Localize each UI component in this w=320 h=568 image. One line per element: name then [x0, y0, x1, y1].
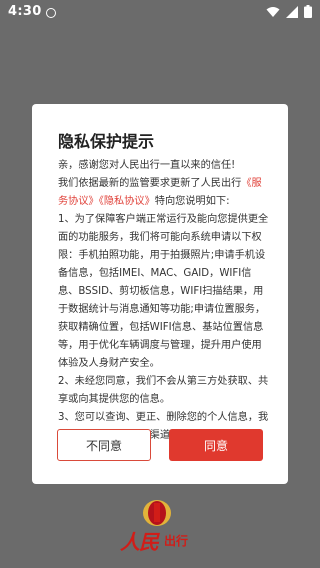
app-logo: 人民 出行: [120, 498, 210, 554]
dialog-title: 隐私保护提示: [58, 132, 155, 151]
permission-item-2: 2、未经您同意，我们不会从第三方处获取、共享或向其提供您的信息。: [58, 376, 269, 405]
privacy-agreement-link[interactable]: 《隐私协议》: [99, 196, 155, 207]
permission-item-1: 1、为了保障客户端正常运行及能向您提供更全面的功能服务，我们将可能向系统申请以下…: [58, 214, 269, 369]
disagree-button[interactable]: 不同意: [57, 429, 151, 461]
dialog-body: 亲，感谢您对人民出行一直以来的信任! 我们依据最新的监管要求更新了人民出行《服务…: [58, 157, 270, 445]
status-bar: 4:30: [0, 0, 320, 24]
greeting-text: 亲，感谢您对人民出行一直以来的信任!: [58, 160, 236, 171]
intro-before: 我们依据最新的监管要求更新了人民出行: [58, 178, 242, 189]
status-icons: [266, 5, 312, 18]
notification-dot-icon: [46, 8, 56, 18]
status-time: 4:30: [8, 4, 42, 19]
privacy-dialog: 隐私保护提示 亲，感谢您对人民出行一直以来的信任! 我们依据最新的监管要求更新了…: [32, 104, 288, 484]
logo-emblem-icon: [143, 500, 171, 526]
signal-icon: [286, 5, 298, 18]
intro-after: 特向您说明如下:: [154, 196, 230, 207]
logo-text: 出行: [164, 534, 189, 548]
wifi-icon: [266, 6, 280, 17]
battery-icon: [304, 5, 312, 18]
logo-script-text: 人民: [120, 530, 159, 554]
intro-text: 我们依据最新的监管要求更新了人民出行《服务协议》《隐私协议》特向您说明如下:: [58, 175, 270, 211]
agree-button[interactable]: 同意: [169, 429, 263, 461]
